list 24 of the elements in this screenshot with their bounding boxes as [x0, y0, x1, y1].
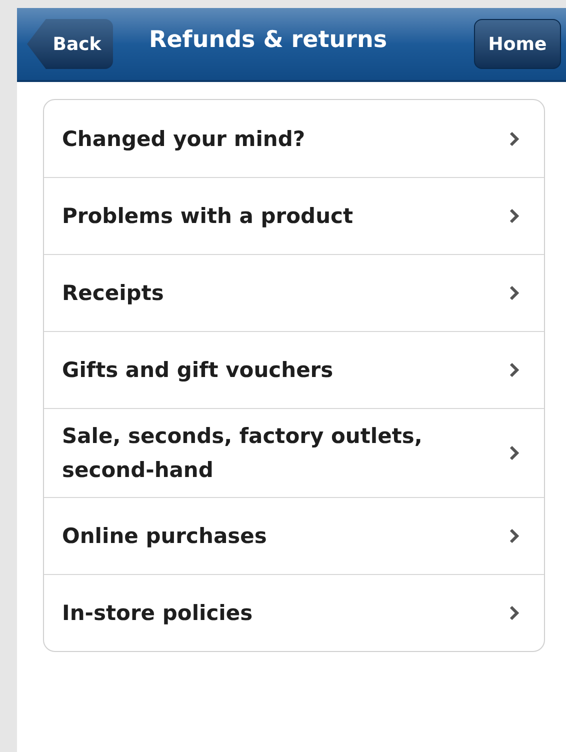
menu-item[interactable]: Sale, seconds, factory outlets, second-hand: [44, 408, 544, 497]
chevron-right-icon: [509, 285, 520, 301]
menu-item[interactable]: In-store policies: [44, 574, 544, 651]
chevron-right-icon: [509, 130, 520, 146]
item-label: In-store policies: [62, 600, 254, 627]
menu-item[interactable]: Receipts: [44, 254, 544, 331]
chevron-right-icon: [509, 362, 520, 378]
item-label: Online purchases: [62, 523, 268, 550]
chevron-right-icon: [509, 445, 520, 461]
chevron-right-icon: [509, 528, 520, 544]
item-label: Sale, seconds, factory outlets, second-hand: [62, 423, 424, 484]
menu-item[interactable]: Problems with a product: [44, 177, 544, 254]
chevron-right-icon: [509, 208, 520, 224]
item-label: Receipts: [62, 280, 165, 307]
item-label: Changed your mind?: [62, 126, 306, 152]
menu-item[interactable]: Online purchases: [44, 497, 544, 574]
chevron-right-icon: [509, 605, 520, 621]
menu-item[interactable]: Gifts and gift vouchers: [44, 331, 544, 408]
item-label: Gifts and gift vouchers: [62, 357, 334, 384]
back-button[interactable]: Back: [27, 19, 113, 69]
item-label: Problems with a product: [62, 203, 354, 230]
menu-item[interactable]: Changed your mind?: [44, 100, 544, 177]
home-button[interactable]: Home: [474, 19, 561, 69]
screen-title: Refunds & returns: [149, 26, 388, 55]
